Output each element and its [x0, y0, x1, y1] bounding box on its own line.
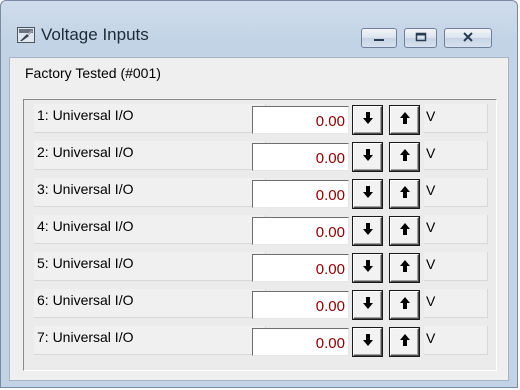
close-icon	[462, 29, 474, 47]
unit-label: V	[426, 145, 436, 161]
input-label: 4: Universal I/O	[34, 215, 266, 244]
arrow-down-icon	[362, 148, 374, 167]
close-button[interactable]	[444, 28, 492, 48]
unit-label: V	[426, 330, 436, 346]
arrow-up-icon	[399, 333, 411, 352]
voltage-value-field[interactable]: 0.00	[252, 291, 349, 319]
maximize-icon	[415, 29, 427, 47]
decrement-button[interactable]	[353, 143, 382, 171]
arrow-up-icon	[399, 148, 411, 167]
input-row-7: 7: Universal I/O 0.00 V	[24, 322, 496, 359]
unit-cell: V	[424, 215, 488, 244]
voltage-inputs-window: Voltage Inputs Factory Tested (#001) 1: …	[0, 0, 518, 388]
decrement-button[interactable]	[353, 254, 382, 282]
input-row-1: 1: Universal I/O 0.00 V	[24, 100, 496, 137]
input-row-4: 4: Universal I/O 0.00 V	[24, 211, 496, 248]
input-label: 6: Universal I/O	[34, 289, 266, 318]
unit-cell: V	[424, 141, 488, 170]
input-label: 2: Universal I/O	[34, 141, 266, 170]
minimize-button[interactable]	[361, 28, 397, 48]
arrow-down-icon	[362, 222, 374, 241]
unit-label: V	[426, 182, 436, 198]
voltage-value-field[interactable]: 0.00	[252, 106, 349, 134]
unit-label: V	[426, 256, 436, 272]
title-bar[interactable]: Voltage Inputs	[1, 1, 517, 53]
decrement-button[interactable]	[353, 106, 382, 134]
input-row-5: 5: Universal I/O 0.00 V	[24, 248, 496, 285]
unit-cell: V	[424, 252, 488, 281]
voltage-value-field[interactable]: 0.00	[252, 180, 349, 208]
voltage-value-field[interactable]: 0.00	[252, 217, 349, 245]
decrement-button[interactable]	[353, 217, 382, 245]
decrement-button[interactable]	[353, 328, 382, 356]
arrow-up-icon	[399, 296, 411, 315]
increment-button[interactable]	[390, 106, 419, 134]
device-subtitle: Factory Tested (#001)	[25, 65, 161, 81]
decrement-button[interactable]	[353, 180, 382, 208]
arrow-down-icon	[362, 185, 374, 204]
decrement-button[interactable]	[353, 291, 382, 319]
unit-label: V	[426, 293, 436, 309]
minimize-icon	[373, 29, 385, 47]
voltage-input-list: 1: Universal I/O 0.00 V 2: Universal I/O…	[23, 99, 497, 371]
unit-cell: V	[424, 104, 488, 133]
input-row-3: 3: Universal I/O 0.00 V	[24, 174, 496, 211]
unit-cell: V	[424, 326, 488, 355]
input-label: 7: Universal I/O	[34, 326, 266, 355]
unit-label: V	[426, 219, 436, 235]
unit-label: V	[426, 108, 436, 124]
input-label: 5: Universal I/O	[34, 252, 266, 281]
input-label: 1: Universal I/O	[34, 104, 266, 133]
input-row-2: 2: Universal I/O 0.00 V	[24, 137, 496, 174]
arrow-up-icon	[399, 185, 411, 204]
increment-button[interactable]	[390, 254, 419, 282]
input-label: 3: Universal I/O	[34, 178, 266, 207]
input-row-6: 6: Universal I/O 0.00 V	[24, 285, 496, 322]
arrow-up-icon	[399, 259, 411, 278]
increment-button[interactable]	[390, 217, 419, 245]
voltage-value-field[interactable]: 0.00	[252, 328, 349, 356]
increment-button[interactable]	[390, 328, 419, 356]
voltage-value-field[interactable]: 0.00	[252, 143, 349, 171]
arrow-down-icon	[362, 296, 374, 315]
arrow-down-icon	[362, 111, 374, 130]
app-icon	[17, 27, 35, 43]
increment-button[interactable]	[390, 180, 419, 208]
arrow-down-icon	[362, 259, 374, 278]
arrow-up-icon	[399, 222, 411, 241]
window-title: Voltage Inputs	[41, 25, 149, 44]
increment-button[interactable]	[390, 143, 419, 171]
increment-button[interactable]	[390, 291, 419, 319]
arrow-up-icon	[399, 111, 411, 130]
unit-cell: V	[424, 289, 488, 318]
arrow-down-icon	[362, 333, 374, 352]
voltage-value-field[interactable]: 0.00	[252, 254, 349, 282]
unit-cell: V	[424, 178, 488, 207]
maximize-button[interactable]	[404, 28, 437, 48]
